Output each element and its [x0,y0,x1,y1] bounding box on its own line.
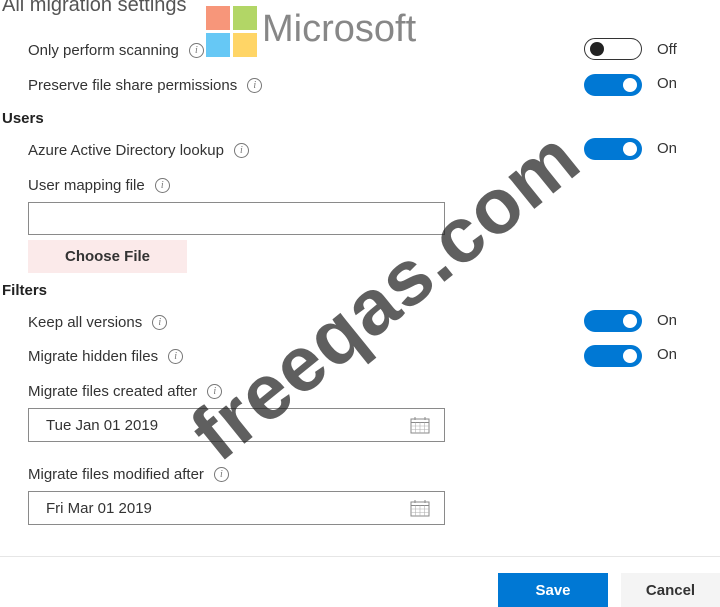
preserve-permissions-toggle[interactable] [584,74,642,96]
user-mapping-file-input[interactable] [28,202,445,235]
modified-after-text: Migrate files modified after [28,466,204,483]
aad-lookup-label: Azure Active Directory lookup i [28,142,249,159]
aad-lookup-text: Azure Active Directory lookup [28,142,224,159]
toggle-knob [623,314,637,328]
hidden-files-toggle[interactable] [584,345,642,367]
microsoft-logo-icon [206,6,258,58]
only-scanning-toggle[interactable] [584,38,642,60]
only-scanning-label: Only perform scanning i [28,42,204,59]
user-mapping-text: User mapping file [28,177,145,194]
only-scanning-state: Off [657,41,677,58]
info-icon[interactable]: i [233,143,249,158]
created-after-date-picker[interactable]: Tue Jan 01 2019 [28,408,445,442]
toggle-knob [623,349,637,363]
modified-after-value: Fri Mar 01 2019 [46,499,152,517]
info-icon[interactable]: i [247,78,263,93]
preserve-permissions-text: Preserve file share permissions [28,77,238,94]
choose-file-button[interactable]: Choose File [28,240,187,273]
modified-after-date-picker[interactable]: Fri Mar 01 2019 [28,491,445,525]
aad-lookup-state: On [657,140,678,157]
info-icon[interactable]: i [152,315,168,330]
preserve-permissions-state: On [657,75,678,92]
created-after-value: Tue Jan 01 2019 [46,416,159,434]
toggle-knob [623,78,637,92]
keep-versions-label: Keep all versions i [28,314,168,331]
users-section-heading: Users [2,110,44,127]
info-icon[interactable]: i [213,467,229,482]
preserve-permissions-label: Preserve file share permissions i [28,77,263,94]
aad-lookup-toggle[interactable] [584,138,642,160]
created-after-label: Migrate files created after i [28,383,223,400]
calendar-icon[interactable] [410,500,430,517]
footer-divider [0,556,720,557]
filters-section-heading: Filters [2,282,48,299]
modified-after-label: Migrate files modified after i [28,466,229,483]
keep-versions-text: Keep all versions [28,314,143,331]
toggle-knob [623,142,637,156]
only-scanning-text: Only perform scanning [28,42,179,59]
toggle-knob [590,42,604,56]
hidden-files-label: Migrate hidden files i [28,348,184,365]
info-icon[interactable]: i [207,384,223,399]
info-icon[interactable]: i [154,178,170,193]
user-mapping-label: User mapping file i [28,177,170,194]
info-icon[interactable]: i [188,43,204,58]
info-icon[interactable]: i [168,349,184,364]
created-after-text: Migrate files created after [28,383,198,400]
cancel-button[interactable]: Cancel [621,573,720,607]
panel-title: All migration settings [2,0,187,16]
save-button[interactable]: Save [498,573,608,607]
hidden-files-text: Migrate hidden files [28,348,159,365]
microsoft-wordmark: Microsoft [262,8,417,50]
keep-versions-state: On [657,312,678,329]
hidden-files-state: On [657,346,678,363]
calendar-icon[interactable] [410,417,430,434]
keep-versions-toggle[interactable] [584,310,642,332]
